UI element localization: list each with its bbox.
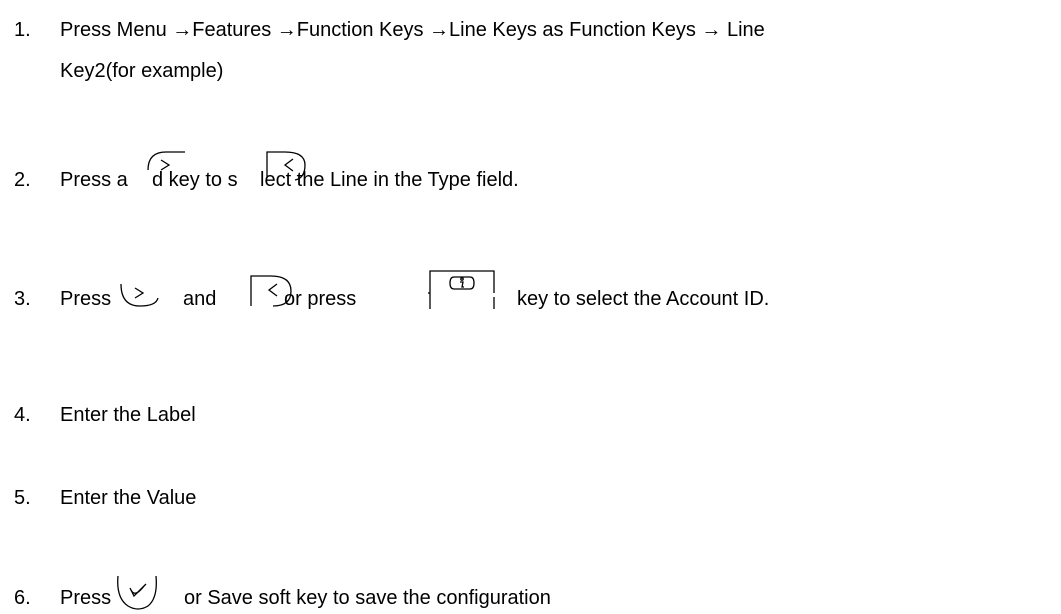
step-text-line2: Key2(for example) <box>60 60 224 82</box>
left-arrow-key-icon <box>266 151 306 181</box>
step-text: Press a <box>60 169 128 191</box>
ok-key-icon <box>117 575 157 610</box>
step-number: 6. <box>14 587 31 609</box>
info-key-icon <box>428 270 495 309</box>
step-number: 5. <box>14 487 31 509</box>
step-number: 4. <box>14 404 31 426</box>
step-text: Press <box>60 288 112 310</box>
step-text: and <box>183 288 217 310</box>
step-text: Enter the Label <box>60 404 196 426</box>
right-arrow-key-icon <box>147 151 185 171</box>
left-arrow-key-icon <box>250 275 292 307</box>
step-text: Enter the Value <box>60 487 197 509</box>
step-number: 1. <box>14 19 31 41</box>
step-text: key to select the Account ID. <box>517 288 770 310</box>
instruction-page: { "steps": [ { "number": "1.", "text_lin… <box>0 0 1061 613</box>
step-text: or Save soft key to save the configurati… <box>184 587 551 609</box>
step-text: Press <box>60 587 112 609</box>
step-number: 2. <box>14 169 31 191</box>
right-arrow-key-icon <box>120 283 159 307</box>
step-text-line1: Press Menu →Features →Function Keys →Lin… <box>60 19 765 41</box>
step-number: 3. <box>14 288 31 310</box>
